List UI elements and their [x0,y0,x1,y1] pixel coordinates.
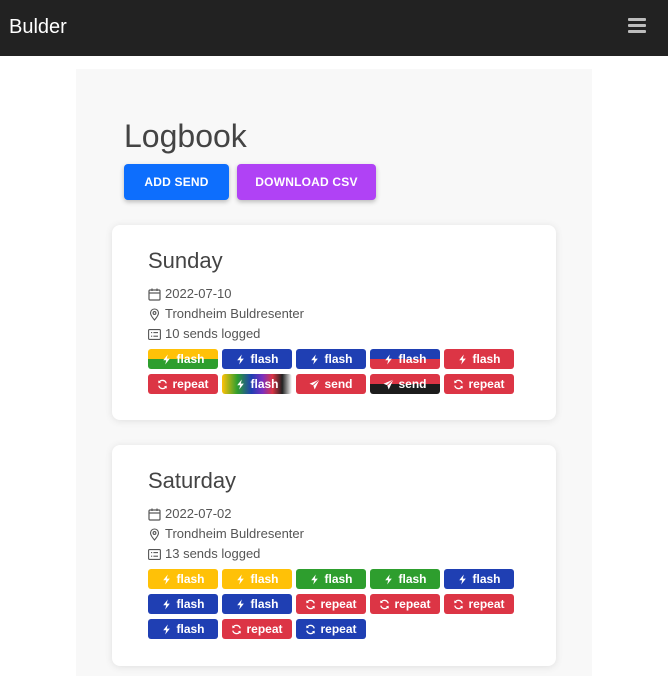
send-tag-label: repeat [320,597,357,611]
send-tag-label: repeat [172,377,209,391]
paper-plane-icon [309,378,321,390]
send-tag-label: flash [176,572,205,586]
send-tag-label: send [398,377,427,391]
send-tag-label: flash [472,352,501,366]
lightning-icon [235,574,246,585]
send-tag-label: flash [250,377,279,391]
card-list-icon [148,328,161,341]
lightning-icon [383,574,394,585]
session-card[interactable]: Saturday 2022-07-02 Trondheim Buldresent… [112,445,556,666]
menu-toggle-button[interactable] [626,16,650,36]
navbar: Bulder [0,0,668,56]
session-date: 2022-07-02 [148,506,232,522]
download-csv-button[interactable]: DOWNLOAD CSV [237,164,376,200]
send-tag-label: flash [398,352,427,366]
session-location-text: Trondheim Buldresenter [165,306,304,321]
app-brand[interactable]: Bulder [9,16,67,38]
send-tag-flash[interactable]: flash [222,569,292,589]
lightning-icon [383,354,394,365]
calendar-icon [148,288,161,301]
send-tag-label: flash [398,572,427,586]
repeat-icon [231,624,242,635]
session-day: Saturday [148,468,237,493]
repeat-icon [453,379,464,390]
send-tag-repeat[interactable]: repeat [148,374,218,394]
hamburger-icon [626,16,650,36]
send-tag-label: flash [324,572,353,586]
lightning-icon [161,624,172,635]
repeat-icon [305,624,316,635]
send-tag-send[interactable]: send [296,374,366,394]
session-location-text: Trondheim Buldresenter [165,526,304,541]
send-tag-label: send [324,377,353,391]
send-tag-flash[interactable]: flash [222,594,292,614]
send-tag-flash[interactable]: flash [222,349,292,369]
send-tag-repeat[interactable]: repeat [222,619,292,639]
lightning-icon [309,354,320,365]
send-tag-repeat[interactable]: repeat [444,594,514,614]
session-sends: 13 sends logged [148,546,260,562]
send-tag-label: flash [176,622,205,636]
send-tag-label: flash [250,572,279,586]
repeat-icon [157,379,168,390]
lightning-icon [235,354,246,365]
send-tag-repeat[interactable]: repeat [370,594,440,614]
repeat-icon [453,599,464,610]
session-sends: 10 sends logged [148,326,260,342]
lightning-icon [235,379,246,390]
session-sends-text: 10 sends logged [165,326,261,341]
calendar-icon [148,508,161,521]
session-location: Trondheim Buldresenter [148,306,304,322]
location-pin-icon [148,527,161,541]
send-tag-label: flash [176,597,205,611]
send-tag-flash[interactable]: flash [222,374,292,394]
session-date-text: 2022-07-10 [165,286,232,301]
location-pin-icon [148,307,161,321]
send-tag-flash[interactable]: flash [444,349,514,369]
send-tag-label: flash [324,352,353,366]
send-tag-flash[interactable]: flash [296,349,366,369]
send-tag-label: repeat [468,597,505,611]
paper-plane-icon [383,378,395,390]
lightning-icon [161,599,172,610]
send-tag-repeat[interactable]: repeat [296,594,366,614]
send-tag-label: repeat [468,377,505,391]
lightning-icon [309,574,320,585]
send-tag-label: repeat [246,622,283,636]
send-tag-flash[interactable]: flash [370,349,440,369]
send-tag-label: flash [250,352,279,366]
send-tag-flash[interactable]: flash [148,594,218,614]
session-date-text: 2022-07-02 [165,506,232,521]
send-tag-label: flash [472,572,501,586]
session-card[interactable]: Sunday 2022-07-10 Trondheim Buldresenter… [112,225,556,420]
session-day: Sunday [148,248,223,273]
send-tag-flash[interactable]: flash [296,569,366,589]
send-tag-flash[interactable]: flash [444,569,514,589]
send-tag-send[interactable]: send [370,374,440,394]
repeat-icon [305,599,316,610]
lightning-icon [457,574,468,585]
send-tag-flash[interactable]: flash [370,569,440,589]
add-send-button[interactable]: ADD SEND [124,164,229,200]
send-tag-label: flash [176,352,205,366]
lightning-icon [235,599,246,610]
lightning-icon [161,354,172,365]
session-date: 2022-07-10 [148,286,232,302]
send-tag-flash[interactable]: flash [148,569,218,589]
session-location: Trondheim Buldresenter [148,526,304,542]
lightning-icon [457,354,468,365]
repeat-icon [379,599,390,610]
send-tag-label: repeat [320,622,357,636]
page-title: Logbook [124,118,247,154]
card-list-icon [148,548,161,561]
send-tag-flash[interactable]: flash [148,349,218,369]
lightning-icon [161,574,172,585]
send-tag-repeat[interactable]: repeat [444,374,514,394]
send-tag-label: repeat [394,597,431,611]
session-sends-text: 13 sends logged [165,546,261,561]
send-tag-repeat[interactable]: repeat [296,619,366,639]
send-tag-flash[interactable]: flash [148,619,218,639]
send-tag-label: flash [250,597,279,611]
